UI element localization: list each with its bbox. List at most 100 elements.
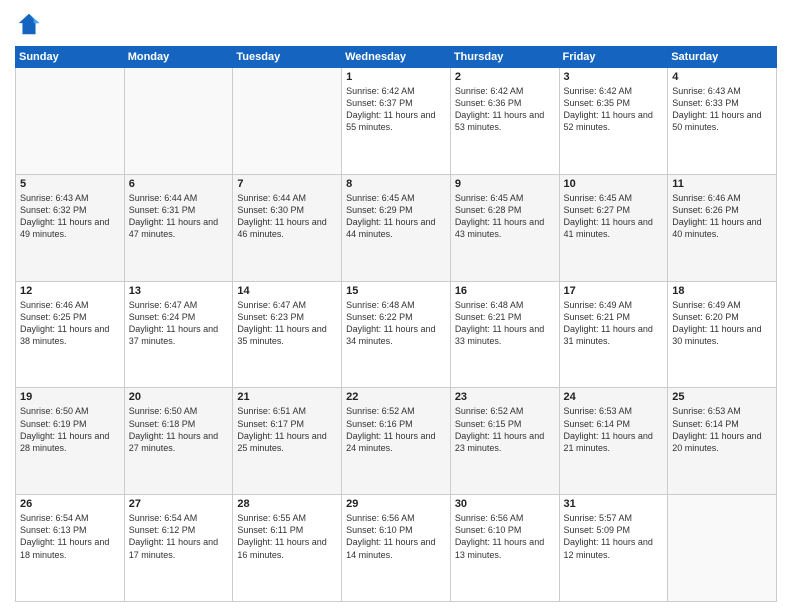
day-info: Sunrise: 5:57 AM Sunset: 5:09 PM Dayligh… xyxy=(564,512,664,561)
day-number: 8 xyxy=(346,178,446,190)
sunrise-text: Sunrise: 6:42 AM xyxy=(455,86,524,96)
daylight-text: Daylight: 11 hours and 31 minutes. xyxy=(564,324,653,346)
table-row: 7 Sunrise: 6:44 AM Sunset: 6:30 PM Dayli… xyxy=(233,174,342,281)
table-row xyxy=(233,68,342,175)
day-number: 1 xyxy=(346,71,446,83)
daylight-text: Daylight: 11 hours and 27 minutes. xyxy=(129,431,218,453)
sunrise-text: Sunrise: 6:54 AM xyxy=(129,513,198,523)
day-info: Sunrise: 6:47 AM Sunset: 6:24 PM Dayligh… xyxy=(129,299,229,348)
day-number: 13 xyxy=(129,285,229,297)
day-number: 22 xyxy=(346,391,446,403)
day-number: 24 xyxy=(564,391,664,403)
daylight-text: Daylight: 11 hours and 12 minutes. xyxy=(564,537,653,559)
header xyxy=(15,10,777,38)
daylight-text: Daylight: 11 hours and 55 minutes. xyxy=(346,110,435,132)
sunrise-text: Sunrise: 6:48 AM xyxy=(346,300,415,310)
page: Sunday Monday Tuesday Wednesday Thursday… xyxy=(0,0,792,612)
table-row: 27 Sunrise: 6:54 AM Sunset: 6:12 PM Dayl… xyxy=(124,495,233,602)
table-row: 31 Sunrise: 5:57 AM Sunset: 5:09 PM Dayl… xyxy=(559,495,668,602)
table-row: 28 Sunrise: 6:55 AM Sunset: 6:11 PM Dayl… xyxy=(233,495,342,602)
sunrise-text: Sunrise: 6:42 AM xyxy=(346,86,415,96)
day-number: 16 xyxy=(455,285,555,297)
day-info: Sunrise: 6:47 AM Sunset: 6:23 PM Dayligh… xyxy=(237,299,337,348)
sunset-text: Sunset: 6:11 PM xyxy=(237,525,303,535)
calendar-header-row: Sunday Monday Tuesday Wednesday Thursday… xyxy=(16,47,777,68)
sunrise-text: Sunrise: 6:45 AM xyxy=(455,193,524,203)
sunset-text: Sunset: 6:30 PM xyxy=(237,205,304,215)
sunrise-text: Sunrise: 6:56 AM xyxy=(455,513,524,523)
daylight-text: Daylight: 11 hours and 24 minutes. xyxy=(346,431,435,453)
sunrise-text: Sunrise: 6:46 AM xyxy=(20,300,89,310)
table-row: 14 Sunrise: 6:47 AM Sunset: 6:23 PM Dayl… xyxy=(233,281,342,388)
day-info: Sunrise: 6:56 AM Sunset: 6:10 PM Dayligh… xyxy=(455,512,555,561)
day-info: Sunrise: 6:56 AM Sunset: 6:10 PM Dayligh… xyxy=(346,512,446,561)
day-number: 30 xyxy=(455,498,555,510)
day-info: Sunrise: 6:45 AM Sunset: 6:27 PM Dayligh… xyxy=(564,192,664,241)
daylight-text: Daylight: 11 hours and 53 minutes. xyxy=(455,110,544,132)
day-info: Sunrise: 6:44 AM Sunset: 6:31 PM Dayligh… xyxy=(129,192,229,241)
sunrise-text: Sunrise: 6:55 AM xyxy=(237,513,306,523)
table-row: 16 Sunrise: 6:48 AM Sunset: 6:21 PM Dayl… xyxy=(450,281,559,388)
day-number: 12 xyxy=(20,285,120,297)
day-info: Sunrise: 6:49 AM Sunset: 6:21 PM Dayligh… xyxy=(564,299,664,348)
sunrise-text: Sunrise: 6:51 AM xyxy=(237,406,306,416)
sunset-text: Sunset: 6:14 PM xyxy=(672,419,739,429)
col-thursday: Thursday xyxy=(450,47,559,68)
daylight-text: Daylight: 11 hours and 43 minutes. xyxy=(455,217,544,239)
daylight-text: Daylight: 11 hours and 44 minutes. xyxy=(346,217,435,239)
sunrise-text: Sunrise: 6:52 AM xyxy=(346,406,415,416)
sunrise-text: Sunrise: 6:42 AM xyxy=(564,86,633,96)
day-number: 14 xyxy=(237,285,337,297)
sunset-text: Sunset: 6:14 PM xyxy=(564,419,631,429)
sunrise-text: Sunrise: 6:46 AM xyxy=(672,193,741,203)
table-row: 17 Sunrise: 6:49 AM Sunset: 6:21 PM Dayl… xyxy=(559,281,668,388)
table-row: 3 Sunrise: 6:42 AM Sunset: 6:35 PM Dayli… xyxy=(559,68,668,175)
table-row: 5 Sunrise: 6:43 AM Sunset: 6:32 PM Dayli… xyxy=(16,174,125,281)
day-number: 4 xyxy=(672,71,772,83)
daylight-text: Daylight: 11 hours and 30 minutes. xyxy=(672,324,761,346)
day-info: Sunrise: 6:42 AM Sunset: 6:37 PM Dayligh… xyxy=(346,85,446,134)
sunrise-text: Sunrise: 6:50 AM xyxy=(20,406,89,416)
daylight-text: Daylight: 11 hours and 46 minutes. xyxy=(237,217,326,239)
sunset-text: Sunset: 6:35 PM xyxy=(564,98,631,108)
table-row: 9 Sunrise: 6:45 AM Sunset: 6:28 PM Dayli… xyxy=(450,174,559,281)
table-row: 6 Sunrise: 6:44 AM Sunset: 6:31 PM Dayli… xyxy=(124,174,233,281)
table-row: 11 Sunrise: 6:46 AM Sunset: 6:26 PM Dayl… xyxy=(668,174,777,281)
day-number: 2 xyxy=(455,71,555,83)
sunset-text: Sunset: 6:22 PM xyxy=(346,312,413,322)
table-row: 23 Sunrise: 6:52 AM Sunset: 6:15 PM Dayl… xyxy=(450,388,559,495)
sunset-text: Sunset: 6:10 PM xyxy=(455,525,522,535)
sunset-text: Sunset: 6:21 PM xyxy=(564,312,631,322)
sunset-text: Sunset: 6:31 PM xyxy=(129,205,196,215)
day-info: Sunrise: 6:48 AM Sunset: 6:21 PM Dayligh… xyxy=(455,299,555,348)
day-info: Sunrise: 6:43 AM Sunset: 6:33 PM Dayligh… xyxy=(672,85,772,134)
daylight-text: Daylight: 11 hours and 47 minutes. xyxy=(129,217,218,239)
day-number: 19 xyxy=(20,391,120,403)
day-number: 5 xyxy=(20,178,120,190)
day-info: Sunrise: 6:42 AM Sunset: 6:36 PM Dayligh… xyxy=(455,85,555,134)
sunset-text: Sunset: 6:10 PM xyxy=(346,525,413,535)
day-number: 29 xyxy=(346,498,446,510)
sunset-text: Sunset: 6:19 PM xyxy=(20,419,87,429)
sunrise-text: Sunrise: 6:47 AM xyxy=(129,300,198,310)
daylight-text: Daylight: 11 hours and 28 minutes. xyxy=(20,431,109,453)
col-tuesday: Tuesday xyxy=(233,47,342,68)
sunset-text: Sunset: 6:36 PM xyxy=(455,98,522,108)
day-info: Sunrise: 6:42 AM Sunset: 6:35 PM Dayligh… xyxy=(564,85,664,134)
day-info: Sunrise: 6:43 AM Sunset: 6:32 PM Dayligh… xyxy=(20,192,120,241)
day-number: 11 xyxy=(672,178,772,190)
sunrise-text: Sunrise: 6:54 AM xyxy=(20,513,89,523)
sunset-text: Sunset: 6:16 PM xyxy=(346,419,413,429)
sunrise-text: Sunrise: 6:49 AM xyxy=(564,300,633,310)
sunrise-text: Sunrise: 6:53 AM xyxy=(672,406,741,416)
col-wednesday: Wednesday xyxy=(342,47,451,68)
logo xyxy=(15,10,47,38)
daylight-text: Daylight: 11 hours and 37 minutes. xyxy=(129,324,218,346)
day-number: 31 xyxy=(564,498,664,510)
sunset-text: Sunset: 6:32 PM xyxy=(20,205,87,215)
table-row: 2 Sunrise: 6:42 AM Sunset: 6:36 PM Dayli… xyxy=(450,68,559,175)
sunset-text: Sunset: 6:21 PM xyxy=(455,312,522,322)
sunset-text: Sunset: 6:23 PM xyxy=(237,312,304,322)
sunset-text: Sunset: 6:17 PM xyxy=(237,419,304,429)
calendar-week-row: 26 Sunrise: 6:54 AM Sunset: 6:13 PM Dayl… xyxy=(16,495,777,602)
